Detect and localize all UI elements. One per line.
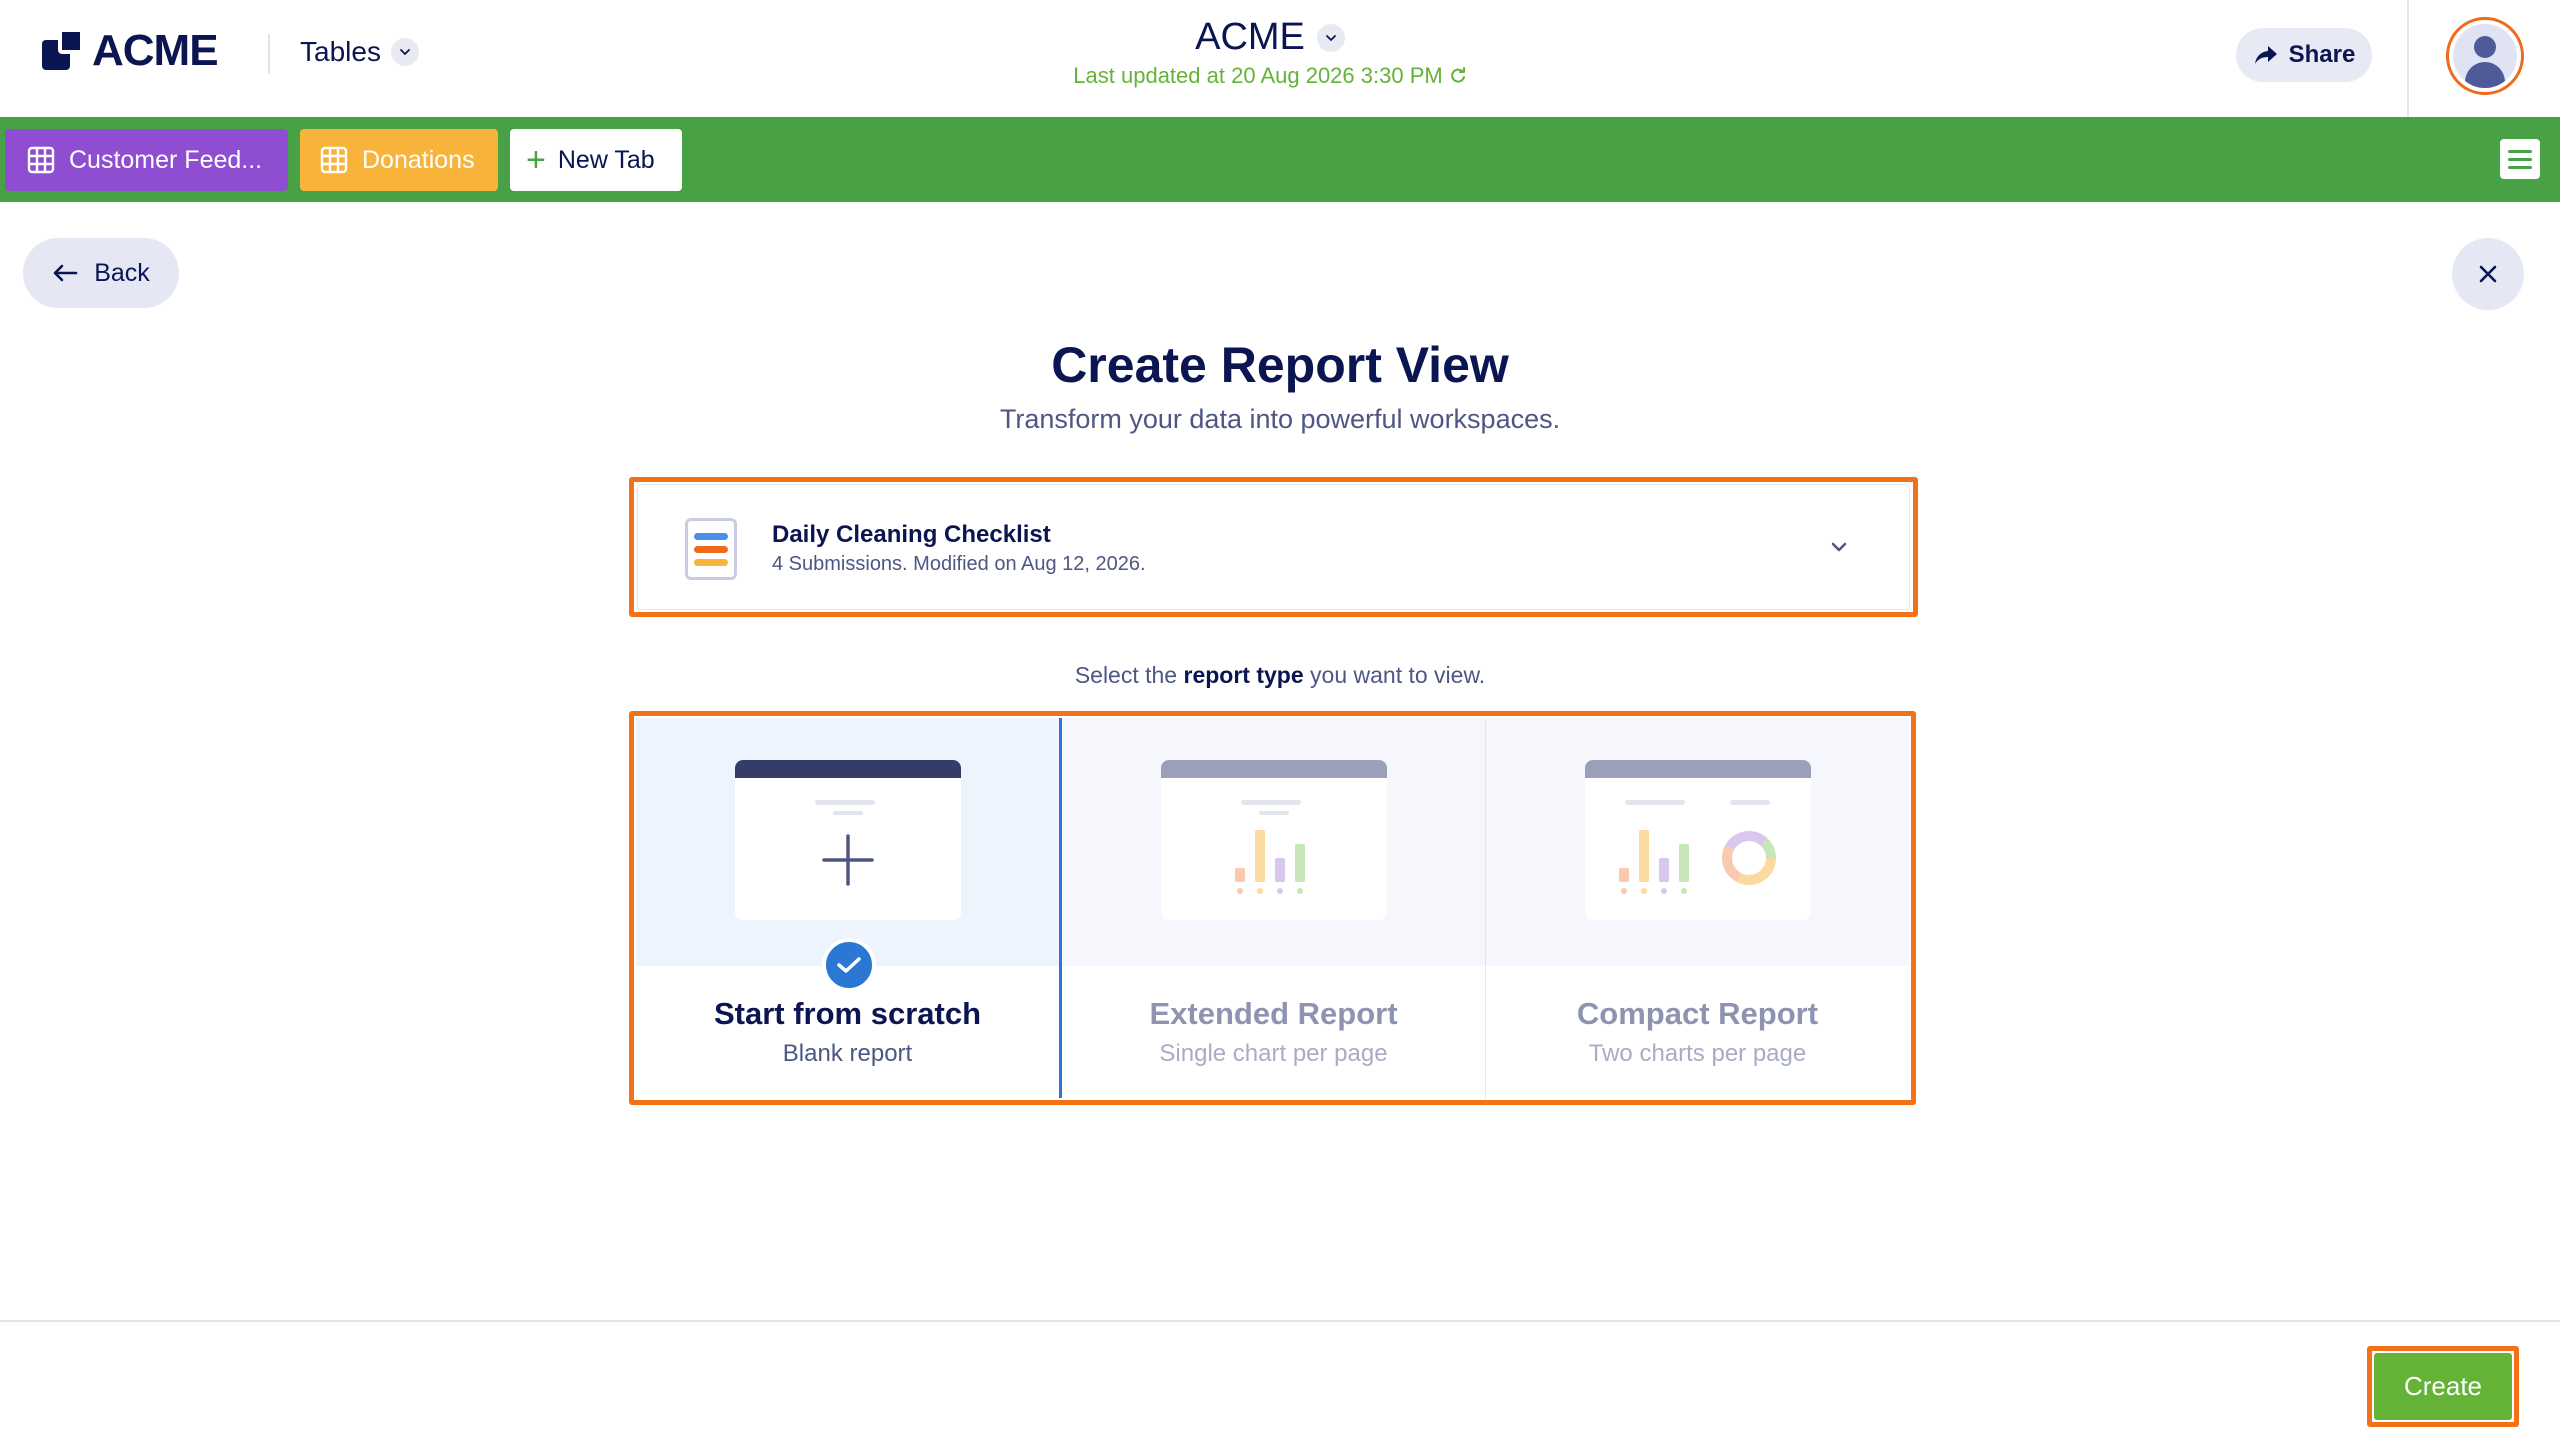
logo-mark-icon	[42, 28, 88, 74]
plus-icon	[822, 834, 874, 886]
product-switcher-label: Tables	[300, 36, 381, 67]
last-updated-status: Last updated at 20 Aug 2026 3:30 PM	[1000, 63, 1540, 89]
report-type-hint: Select the report type you want to view.	[780, 662, 1780, 689]
hint-prefix: Select the	[1074, 662, 1184, 688]
form-name: Daily Cleaning Checklist	[772, 521, 1051, 548]
tab-donations[interactable]: Donations	[300, 129, 498, 191]
selected-check-icon	[822, 938, 876, 992]
table-grid-icon	[320, 146, 348, 174]
report-type-extended[interactable]: Extended Report Single chart per page	[1062, 718, 1486, 1098]
table-grid-icon	[27, 146, 55, 174]
create-button[interactable]: Create	[2374, 1353, 2512, 1420]
report-type-subtitle: Two charts per page	[1588, 1040, 1807, 1067]
user-avatar[interactable]	[2446, 17, 2524, 95]
report-type-subtitle: Blank report	[782, 1040, 913, 1067]
close-button[interactable]	[2452, 238, 2524, 310]
donut-chart-icon	[1722, 831, 1776, 885]
new-tab-button[interactable]: + New Tab	[510, 129, 682, 191]
form-document-icon	[685, 518, 737, 580]
acme-logo[interactable]: ACME	[42, 26, 219, 76]
page-subtitle: Transform your data into powerful worksp…	[999, 404, 1561, 434]
report-type-title: Compact Report	[1576, 996, 1819, 1031]
report-type-title: Start from scratch	[713, 996, 982, 1031]
report-type-options: Start from scratch Blank report Extended…	[636, 718, 1909, 1098]
app-title-block: ACME Last updated at 20 Aug 2026 3:30 PM	[1000, 16, 1540, 89]
compact-report-preview	[1585, 760, 1811, 920]
tab-label: Customer Feed...	[69, 145, 263, 174]
new-tab-label: New Tab	[557, 145, 655, 174]
blank-report-preview	[735, 760, 961, 920]
bar-chart-icon	[1235, 830, 1305, 894]
back-button[interactable]: Back	[23, 238, 179, 308]
form-meta: 4 Submissions. Modified on Aug 12, 2026.	[772, 553, 1146, 575]
last-updated-text: Last updated at 20 Aug 2026 3:30 PM	[1073, 63, 1443, 88]
header-divider	[2407, 0, 2409, 117]
form-select-dropdown[interactable]: Daily Cleaning Checklist 4 Submissions. …	[637, 484, 1910, 610]
hint-suffix: you want to view.	[1303, 662, 1486, 688]
hint-bold: report type	[1183, 662, 1304, 688]
tab-customer-feedback[interactable]: Customer Feed...	[5, 129, 288, 191]
hamburger-menu-icon[interactable]	[2500, 139, 2540, 179]
report-type-title: Extended Report	[1149, 996, 1398, 1031]
bar-chart-icon	[1619, 830, 1689, 894]
app-title[interactable]: ACME	[1195, 16, 1345, 59]
arrow-left-icon	[53, 264, 78, 282]
user-icon	[2453, 24, 2517, 88]
tab-label: Donations	[362, 145, 475, 174]
report-type-start-from-scratch[interactable]: Start from scratch Blank report	[636, 718, 1062, 1098]
extended-report-preview	[1161, 760, 1387, 920]
refresh-icon[interactable]	[1449, 67, 1467, 85]
report-type-compact[interactable]: Compact Report Two charts per page	[1486, 718, 1909, 1098]
share-button-label: Share	[2288, 41, 2356, 68]
chevron-down-icon	[1316, 23, 1345, 52]
logo-text: ACME	[92, 26, 219, 75]
app-title-text: ACME	[1195, 16, 1305, 58]
tab-bar: Customer Feed... Donations + New Tab	[0, 117, 2560, 202]
page-title: Create Report View	[1051, 337, 1509, 393]
share-arrow-icon	[2254, 46, 2277, 64]
close-icon	[2479, 265, 2497, 283]
back-button-label: Back	[94, 258, 150, 287]
chevron-down-icon	[1831, 542, 1847, 552]
footer-divider	[0, 1320, 2560, 1322]
report-type-subtitle: Single chart per page	[1159, 1040, 1388, 1067]
chevron-down-icon	[390, 38, 419, 66]
product-switcher[interactable]: Tables	[300, 36, 419, 68]
share-button[interactable]: Share	[2236, 28, 2372, 82]
top-header: ACME Tables ACME Last updated at 20 Aug …	[0, 0, 2560, 117]
plus-icon: +	[526, 141, 546, 179]
header-divider	[268, 34, 270, 74]
